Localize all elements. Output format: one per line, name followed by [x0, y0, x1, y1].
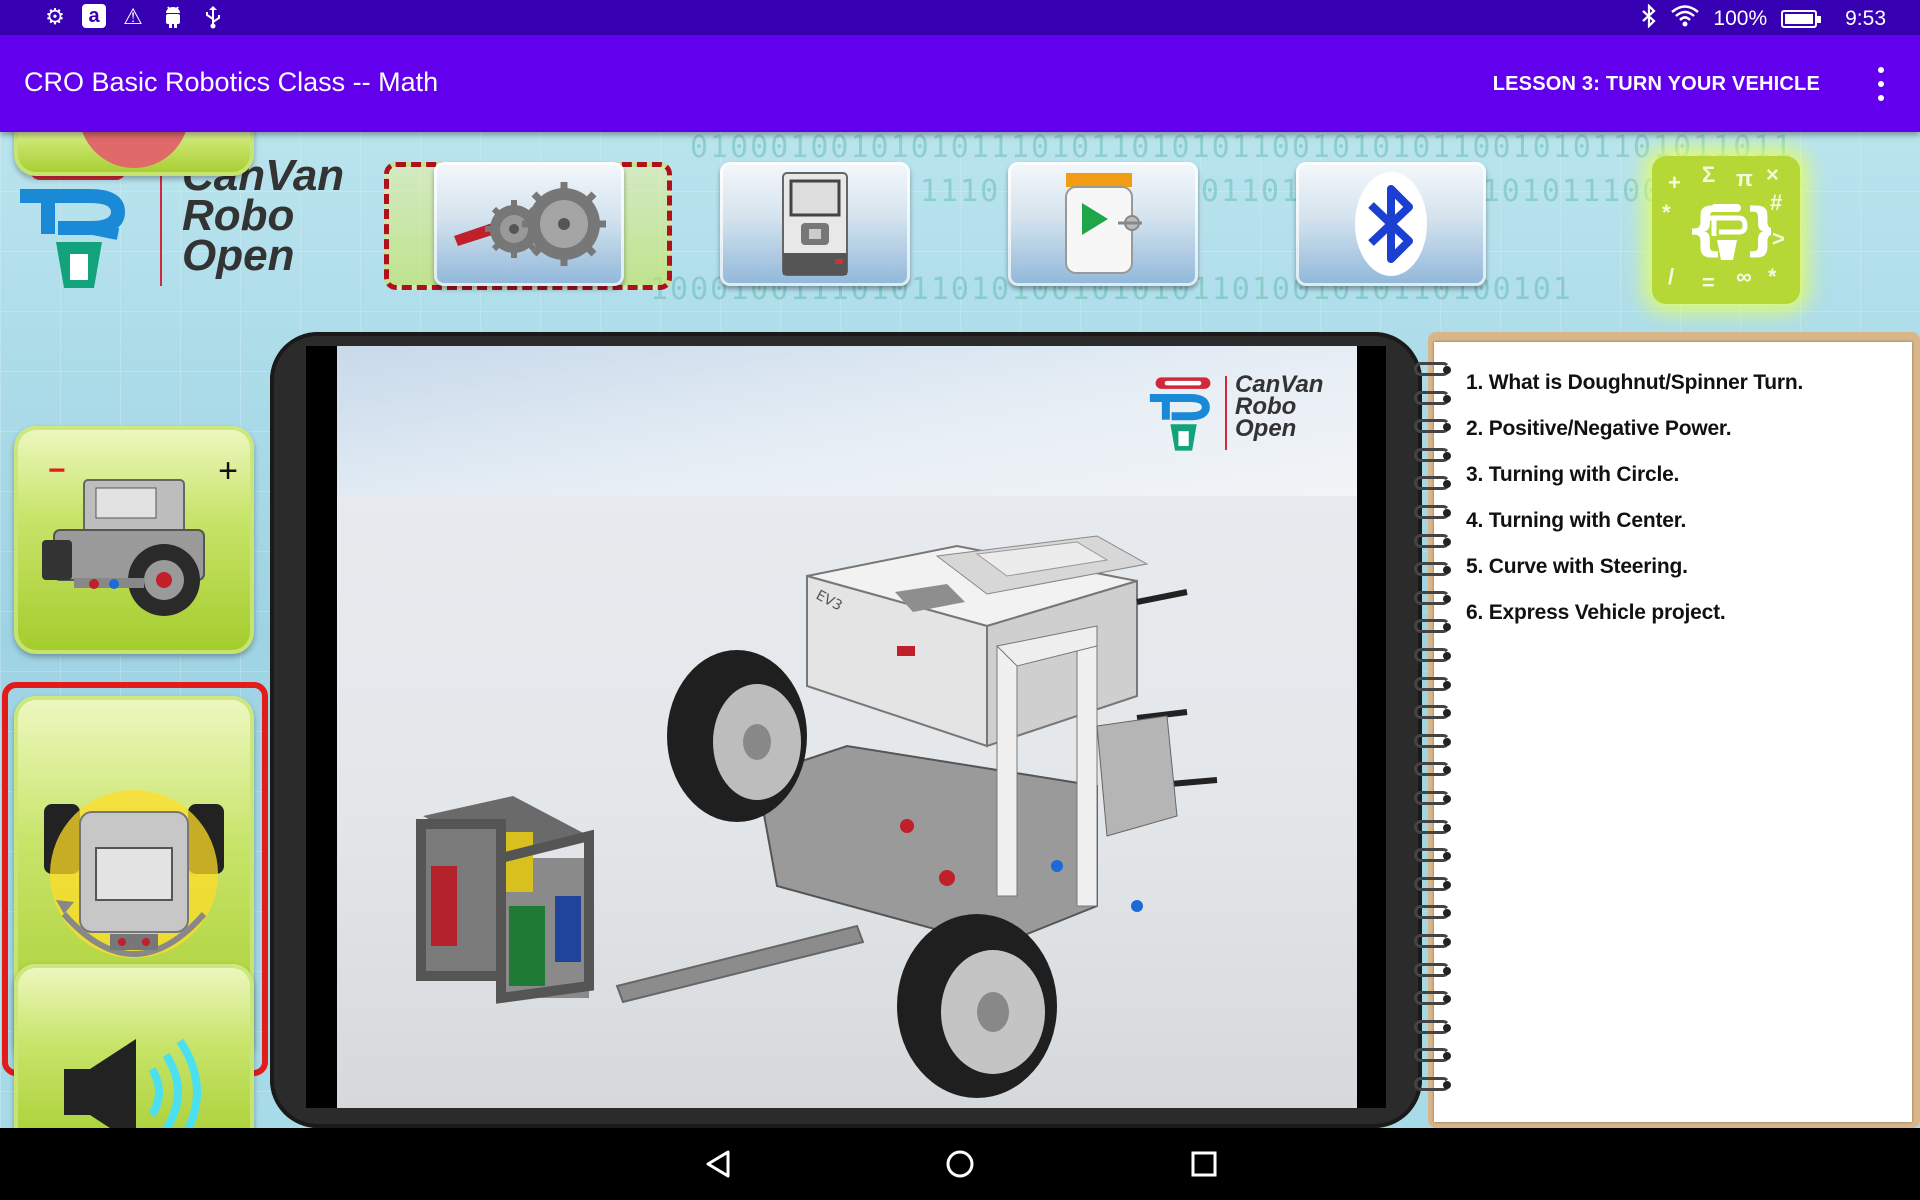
topic-item[interactable]: 3. Turning with Circle. — [1466, 452, 1803, 498]
notebook-ring — [1414, 733, 1451, 748]
battery-fill — [1785, 14, 1814, 24]
notebook-ring — [1414, 905, 1451, 920]
notebook-ring — [1414, 934, 1451, 948]
background-binary-text: 0100010010101011101011010101100101010110… — [690, 132, 1794, 165]
logo-divider — [160, 158, 162, 286]
lesson-title[interactable]: LESSON 3: TURN YOUR VEHICLE — [1493, 73, 1820, 96]
notebook-ring — [1414, 390, 1451, 405]
motor-power-button[interactable]: − + — [14, 426, 254, 654]
amazon-icon: a — [82, 4, 106, 28]
topic-item[interactable]: 1. What is Doughnut/Spinner Turn. — [1466, 360, 1803, 406]
clock: 9:53 — [1845, 7, 1886, 30]
notebook-ring — [1414, 991, 1451, 1006]
app-bar: CRO Basic Robotics Class -- Math LESSON … — [0, 35, 1920, 132]
recents-icon[interactable] — [1184, 1144, 1224, 1184]
bluetooth-icon — [1355, 172, 1427, 276]
topic-item[interactable]: 5. Curve with Steering. — [1466, 544, 1803, 590]
topics-list: 1. What is Doughnut/Spinner Turn. 2. Pos… — [1466, 360, 1803, 636]
notebook-ring — [1414, 876, 1451, 891]
notebook-rings — [1414, 362, 1454, 1102]
notebook-ring — [1414, 362, 1451, 376]
notebook-ring — [1414, 1048, 1451, 1063]
program-block-button[interactable] — [1008, 162, 1198, 286]
bluetooth-status-icon — [1641, 3, 1657, 34]
notebook-ring — [1414, 419, 1451, 434]
notebook-ring — [1414, 762, 1451, 777]
notebook-ring — [1414, 962, 1451, 977]
gears-button[interactable] — [434, 162, 624, 286]
gear-icon: ⚙ — [45, 4, 65, 29]
notebook-ring — [1414, 476, 1451, 491]
notebook-ring — [1414, 619, 1451, 634]
code-icon: { } — [1685, 197, 1771, 262]
battery-percent: 100% — [1713, 7, 1768, 30]
topic-item[interactable]: 4. Turning with Center. — [1466, 498, 1803, 544]
gears-icon — [454, 182, 606, 266]
notebook-ring — [1414, 791, 1451, 805]
app-title: CRO Basic Robotics Class -- Math — [24, 67, 439, 97]
svg-text:}: } — [1743, 197, 1771, 262]
overflow-menu-icon[interactable] — [1874, 67, 1888, 101]
notebook-ring — [1414, 590, 1451, 605]
lesson-video[interactable]: CanVan Robo Open EV3 — [337, 346, 1357, 1108]
ev3-brick-button[interactable] — [720, 162, 910, 286]
battery-icon — [1781, 10, 1822, 28]
status-bar: ⚙ a ⚠ 100% 9:53 — [0, 0, 1920, 35]
notebook-ring — [1414, 648, 1451, 662]
minus-label: − — [48, 454, 66, 487]
robot-scene: EV3 — [416, 535, 1218, 1098]
topic-item[interactable]: 6. Express Vehicle project. — [1466, 590, 1803, 636]
notebook-ring — [1414, 819, 1451, 834]
color-cube-object — [416, 796, 594, 1004]
notebook-ring — [1414, 705, 1451, 720]
lesson-content: 0100010010101011101011010101100101010110… — [0, 132, 1920, 1128]
notebook-ring — [1414, 447, 1451, 462]
spinner-turn-icon — [44, 790, 224, 958]
notebook-ring — [1414, 1019, 1451, 1034]
plus-label: + — [218, 452, 238, 490]
notebook-paper: 1. What is Doughnut/Spinner Turn. 2. Pos… — [1434, 342, 1912, 1122]
partial-side-button[interactable] — [14, 132, 254, 176]
notebook-ring — [1414, 676, 1451, 691]
speaker-icon — [64, 1038, 201, 1128]
notebook-ring — [1414, 533, 1451, 548]
android-debug-icon — [160, 4, 186, 30]
system-nav-bar — [0, 1128, 1920, 1200]
partial-button-graphic — [79, 132, 189, 168]
topic-item[interactable]: 2. Positive/Negative Power. — [1466, 406, 1803, 452]
warning-icon: ⚠ — [123, 4, 143, 29]
notebook-ring — [1414, 505, 1451, 519]
usb-icon — [200, 4, 226, 30]
home-icon[interactable] — [940, 1144, 980, 1184]
bluetooth-button[interactable] — [1296, 162, 1486, 286]
code-button[interactable]: + Σ π × * # > / = ∞ * { } — [1652, 156, 1800, 304]
speaker-button[interactable] — [14, 964, 254, 1128]
program-block-icon — [1065, 173, 1142, 274]
notebook-ring — [1414, 562, 1451, 577]
notebook-ring — [1414, 848, 1451, 863]
notebook-ring — [1414, 1077, 1451, 1091]
back-icon[interactable] — [698, 1144, 738, 1184]
wifi-icon — [1671, 5, 1700, 33]
ev3-brick-icon — [782, 172, 848, 276]
topics-notebook: 1. What is Doughnut/Spinner Turn. 2. Pos… — [1414, 332, 1920, 1128]
